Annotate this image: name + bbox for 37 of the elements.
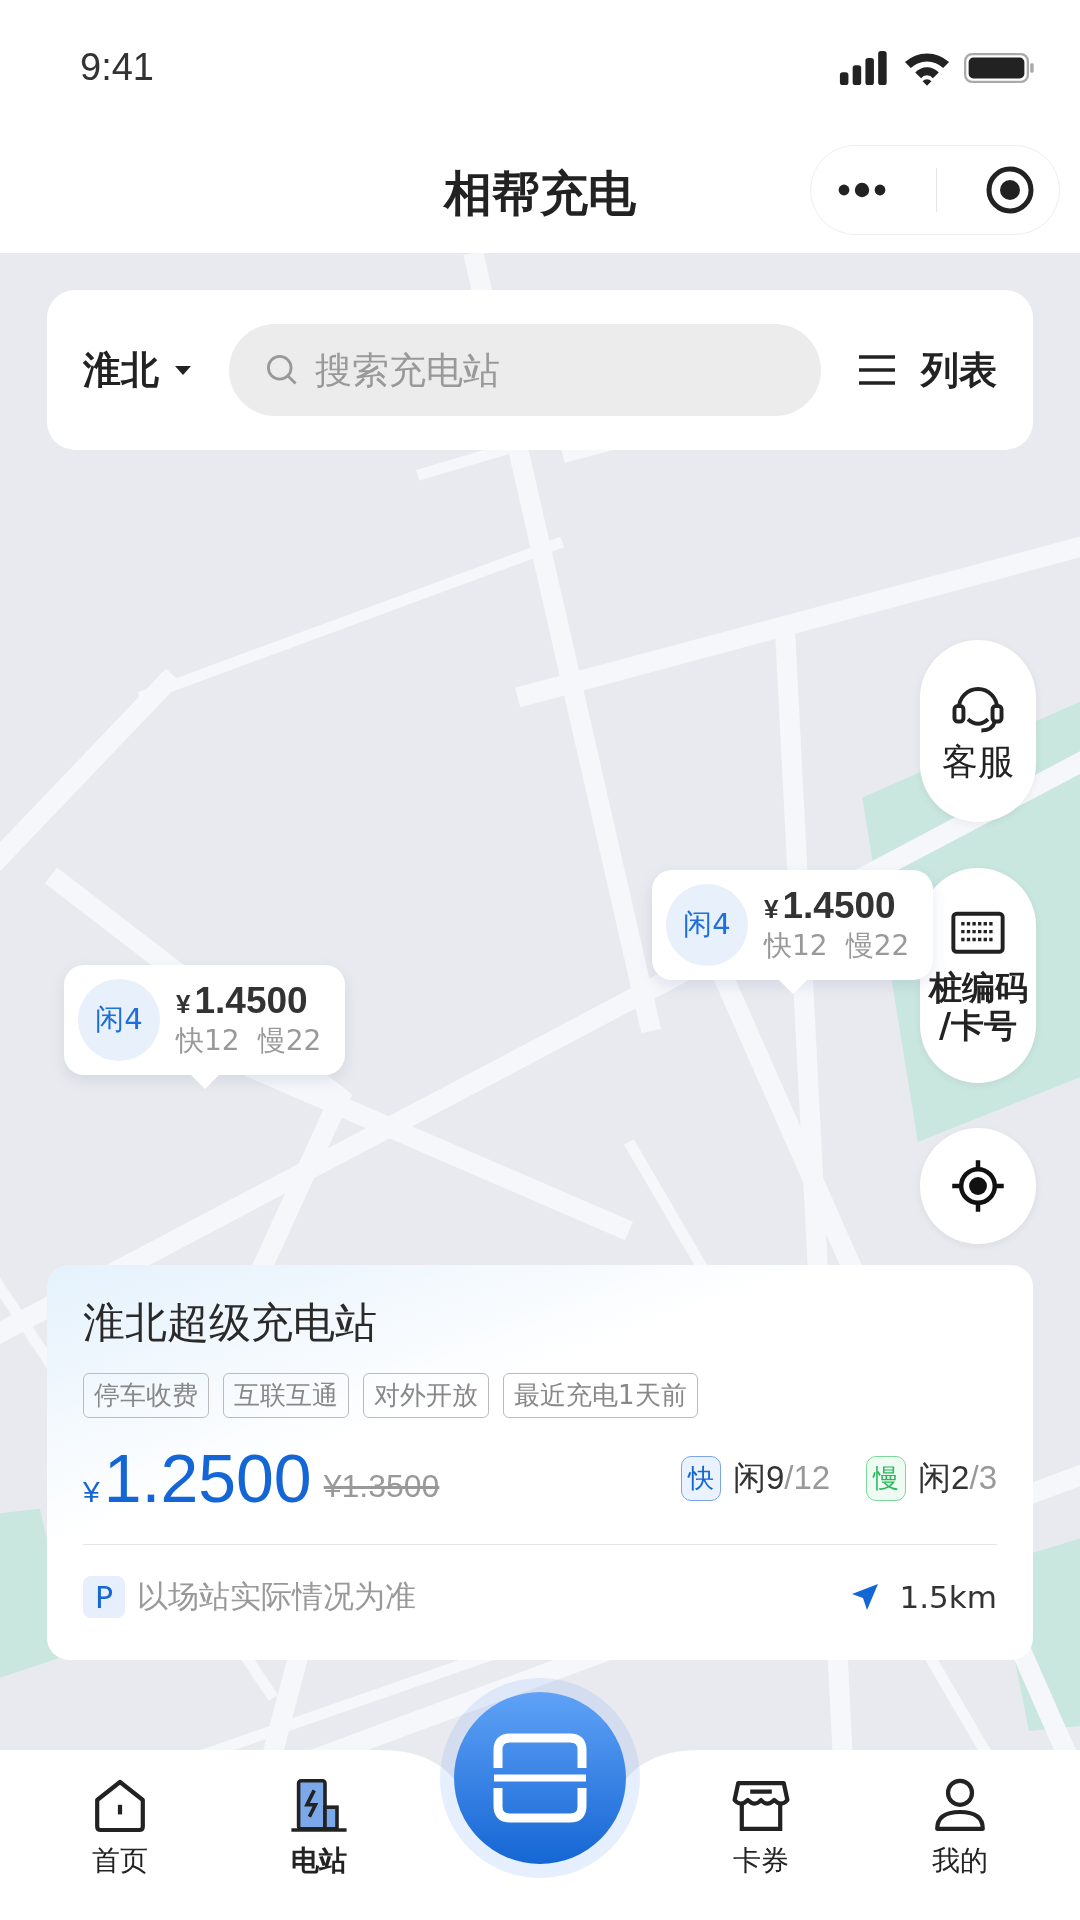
charger-availability: 闲2/3 <box>918 1457 997 1498</box>
free-count-badge: 闲4 <box>78 979 160 1061</box>
station-card[interactable]: 淮北超级充电站 停车收费 互联互通 对外开放 最近充电1天前 ¥1.2500 ¥1.3500 快 闲9/12 慢 闲2/3 P 以场站实际情况为准 1.5km <box>47 1265 1033 1660</box>
parking-badge: P <box>83 1576 125 1618</box>
tab-item[interactable]: 首页 <box>54 1776 185 1880</box>
charger-availability: 闲9/12 <box>732 1457 831 1498</box>
search-field[interactable]: 搜索充电站 <box>229 324 821 416</box>
slow-charger-badge: 慢 <box>866 1455 907 1501</box>
list-icon <box>857 354 897 386</box>
locate-icon <box>950 1158 1006 1214</box>
station-tag: 停车收费 <box>83 1373 209 1418</box>
tab-item[interactable]: 电站 <box>254 1776 385 1880</box>
distance: 1.5km <box>899 1579 997 1615</box>
tab-item[interactable]: 我的 <box>895 1776 1026 1880</box>
station-tag: 对外开放 <box>363 1373 489 1418</box>
fast-count: 快12 <box>764 928 828 964</box>
caret-icon <box>173 364 193 376</box>
fast-charger-badge: 快 <box>680 1455 721 1501</box>
page-title: 相帮充电 <box>444 164 636 223</box>
slow-count: 慢22 <box>845 928 910 964</box>
marker-price: ¥1.4500 <box>176 980 309 1022</box>
station-tag: 最近充电1天前 <box>503 1373 698 1418</box>
station-price: ¥1.2500 <box>83 1439 312 1517</box>
city-selector[interactable]: 淮北 <box>83 344 193 396</box>
station-tag: 互联互通 <box>223 1373 349 1418</box>
station-name: 淮北超级充电站 <box>83 1297 378 1349</box>
slow-count: 慢22 <box>257 1023 322 1059</box>
fast-count: 快12 <box>176 1023 240 1059</box>
list-button[interactable]: 列表 <box>857 344 997 396</box>
tab-item[interactable]: 卡券 <box>695 1776 826 1880</box>
free-count-badge: 闲4 <box>666 884 748 966</box>
battery-icon <box>964 51 1036 84</box>
original-price: ¥1.3500 <box>323 1467 440 1505</box>
parking-note: 以场站实际情况为准 <box>137 1577 416 1616</box>
status-time: 9:41 <box>80 46 154 89</box>
marker-price: ¥1.4500 <box>764 885 897 927</box>
signal-icon <box>838 50 890 85</box>
